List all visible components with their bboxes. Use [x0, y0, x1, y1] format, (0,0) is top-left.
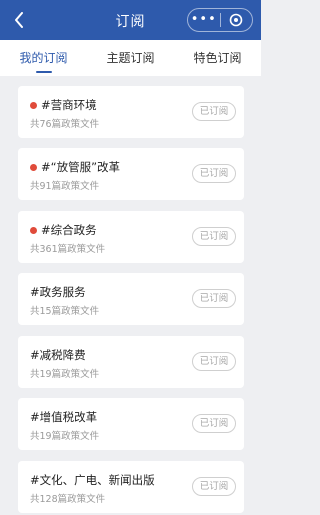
item-count: 共128篇政策文件 — [30, 494, 106, 505]
item-title-row: #营商环境 — [30, 97, 97, 113]
list-item[interactable]: #“放管服”改革 共91篇政策文件 已订阅 — [18, 148, 244, 200]
item-count: 共76篇政策文件 — [30, 119, 100, 130]
item-title: #营商环境 — [41, 98, 97, 112]
item-count: 共361篇政策文件 — [30, 244, 106, 255]
item-title: #增值税改革 — [30, 410, 98, 424]
list-item[interactable]: #综合政务 共361篇政策文件 已订阅 — [18, 211, 244, 263]
subscribed-button[interactable]: 已订阅 — [192, 164, 236, 183]
subscribed-button[interactable]: 已订阅 — [192, 227, 236, 246]
tab-topic-subscriptions[interactable]: 主题订阅 — [87, 40, 174, 76]
item-title-row: #文化、广电、新闻出版 — [30, 472, 155, 488]
item-count: 共91篇政策文件 — [30, 181, 100, 192]
list-item[interactable]: #政务服务 共15篇政策文件 已订阅 — [18, 273, 244, 325]
unread-dot-icon — [30, 163, 37, 171]
top-bar: 订阅 ••• — [0, 0, 261, 40]
unread-dot-icon — [30, 101, 37, 109]
tab-featured-subscriptions[interactable]: 特色订阅 — [174, 40, 261, 76]
item-title: #综合政务 — [41, 223, 97, 237]
more-button[interactable]: ••• — [188, 10, 220, 30]
target-icon — [229, 13, 243, 27]
item-title: #“放管服”改革 — [41, 160, 121, 174]
item-count: 共15篇政策文件 — [30, 306, 100, 317]
list-item[interactable]: #增值税改革 共19篇政策文件 已订阅 — [18, 398, 244, 450]
item-title: #政务服务 — [30, 285, 86, 299]
item-title-row: #政务服务 — [30, 284, 86, 300]
tab-bar: 我的订阅 主题订阅 特色订阅 — [0, 40, 261, 76]
item-count: 共19篇政策文件 — [30, 431, 100, 442]
item-count: 共19篇政策文件 — [30, 369, 100, 380]
item-title-row: #减税降费 — [30, 347, 86, 363]
subscribed-button[interactable]: 已订阅 — [192, 289, 236, 308]
close-mini-program-button[interactable] — [221, 13, 253, 27]
item-title-row: #增值税改革 — [30, 409, 97, 425]
subscribed-button[interactable]: 已订阅 — [192, 102, 236, 121]
unread-dot-icon — [30, 226, 37, 234]
list-item[interactable]: #文化、广电、新闻出版 共128篇政策文件 已订阅 — [18, 461, 244, 513]
item-title: #减税降费 — [30, 348, 86, 362]
list-item[interactable]: #减税降费 共19篇政策文件 已订阅 — [18, 336, 244, 388]
capsule-menu: ••• — [187, 8, 253, 32]
tab-my-subscriptions[interactable]: 我的订阅 — [0, 40, 87, 76]
list-item[interactable]: #营商环境 共76篇政策文件 已订阅 — [18, 86, 244, 138]
subscribed-button[interactable]: 已订阅 — [192, 352, 236, 371]
subscribed-button[interactable]: 已订阅 — [192, 414, 236, 433]
subscribed-button[interactable]: 已订阅 — [192, 477, 236, 496]
item-title-row: #“放管服”改革 — [30, 159, 120, 175]
item-title-row: #综合政务 — [30, 222, 97, 238]
item-title: #文化、广电、新闻出版 — [30, 473, 155, 487]
